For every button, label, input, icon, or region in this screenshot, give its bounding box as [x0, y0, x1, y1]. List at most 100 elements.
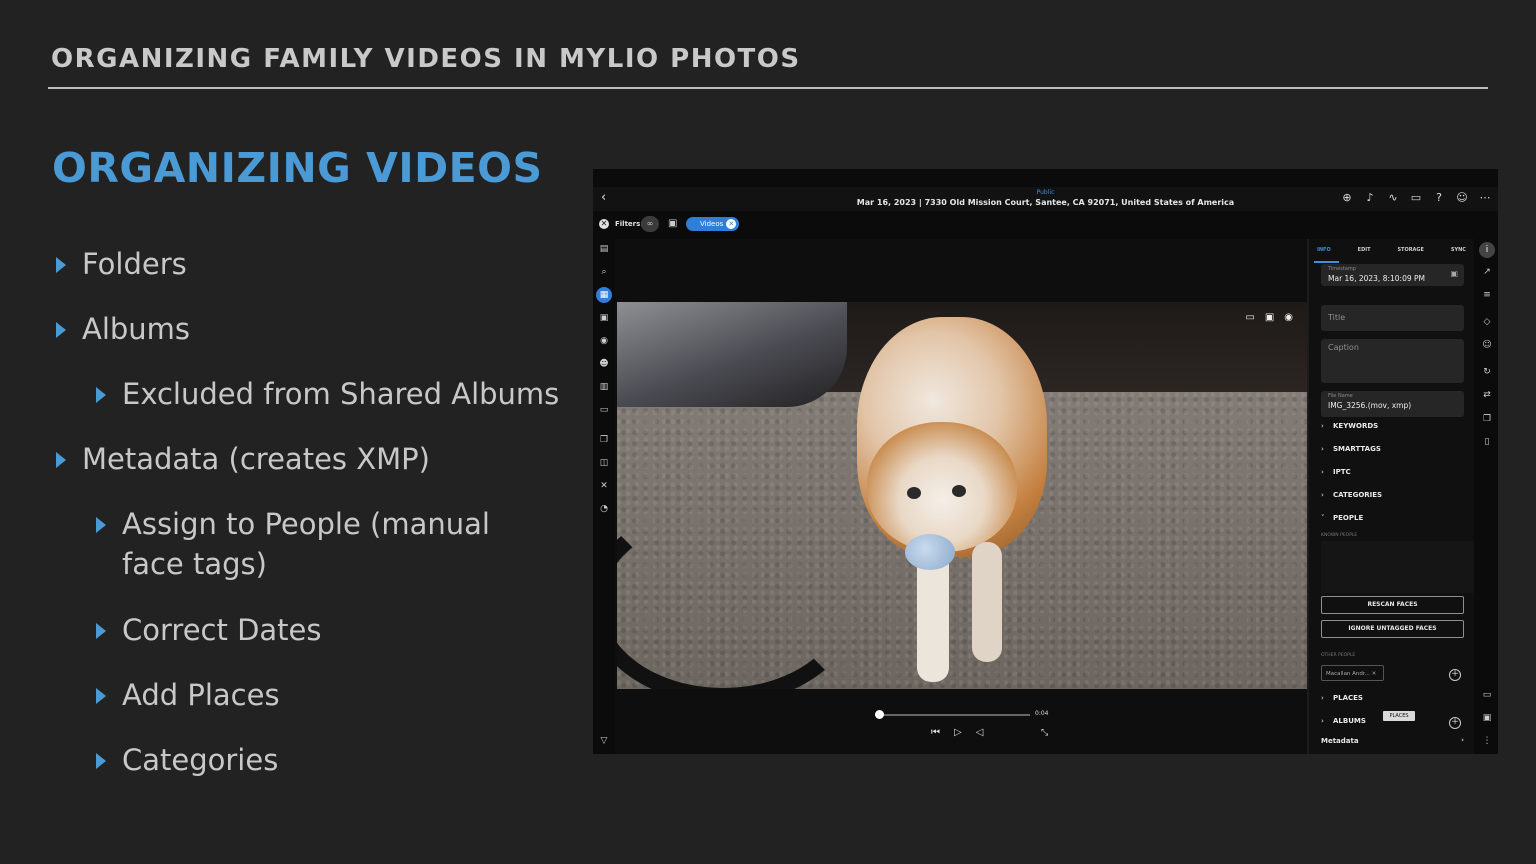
section-label: SMARTTAGS	[1333, 445, 1381, 453]
title-field[interactable]: Title	[1321, 305, 1464, 331]
collapse-icon[interactable]: ⤡	[1041, 728, 1048, 738]
calendar-icon[interactable]: ▣	[1265, 312, 1274, 323]
add-icon[interactable]: ⊕	[1340, 191, 1354, 205]
copy-icon[interactable]: ❐	[1481, 413, 1493, 425]
metadata-row[interactable]: Metadata ›	[1321, 736, 1464, 745]
chevron-right-icon: ›	[1321, 422, 1324, 430]
bullet-item: Albums	[56, 309, 512, 349]
section-smarttags[interactable]: › SMARTTAGS	[1321, 445, 1471, 461]
map-pin-icon[interactable]: ◉	[598, 335, 610, 347]
video-frame[interactable]: ▭ ▣ ◉	[617, 302, 1307, 689]
frame-icon[interactable]: ◫	[598, 457, 610, 469]
skip-back-icon[interactable]: ⏮	[931, 727, 940, 738]
active-tab-indicator	[1314, 261, 1339, 263]
help-icon[interactable]: ?	[1432, 191, 1446, 205]
bullet-item: Categories	[96, 740, 552, 780]
caption-field[interactable]: Caption	[1321, 339, 1464, 383]
bullet-item: Metadata (creates XMP)	[56, 439, 512, 479]
clear-filters-icon[interactable]: ✕	[599, 219, 609, 229]
section-places[interactable]: › PLACES	[1321, 694, 1471, 710]
person-tag[interactable]: Macallan Andr... ✕	[1321, 665, 1384, 681]
bullet-arrow-icon	[56, 322, 66, 338]
share-icon[interactable]: ↗	[1481, 266, 1493, 278]
videos-filter-chip[interactable]: Videos ✕	[686, 217, 740, 231]
remove-chip-icon[interactable]: ✕	[726, 219, 737, 229]
section-categories[interactable]: › CATEGORIES	[1321, 491, 1471, 507]
bullet-item: Excluded from Shared Albums	[96, 374, 562, 414]
ignore-untagged-faces-button[interactable]: IGNORE UNTAGGED FACES	[1321, 620, 1464, 638]
tag-icon[interactable]: ◇	[1481, 316, 1493, 328]
section-people[interactable]: ˅ PEOPLE	[1321, 514, 1471, 530]
trash-icon[interactable]: ▯	[1481, 436, 1493, 448]
info-icon[interactable]: i	[1479, 242, 1495, 258]
chevron-right-icon: ›	[1321, 694, 1324, 702]
bullet-arrow-icon	[96, 623, 106, 639]
tab-info[interactable]: INFO	[1314, 247, 1334, 261]
folder-icon[interactable]: ▭	[1245, 312, 1254, 323]
bullet-arrow-icon	[96, 387, 106, 403]
sync-icon[interactable]: ⇄	[1481, 389, 1493, 401]
folder-icon[interactable]: ▭	[598, 404, 610, 416]
export-icon[interactable]: ▣	[1481, 712, 1493, 724]
right-toolbar: i ↗ ≡ ◇ ☺ ↻ ⇄ ❐ ▯ ▭ ▣ ⋮	[1476, 239, 1498, 754]
image-filter-icon[interactable]: ▣	[668, 218, 677, 229]
field-label: File Name	[1328, 393, 1353, 399]
top-icons: ⊕ ♪ ∿ ▭ ? ☺ ⋯	[1340, 191, 1492, 205]
calendar-icon[interactable]: ▣	[598, 312, 610, 324]
bell-icon[interactable]: ♪	[1363, 191, 1377, 205]
bullet-arrow-icon	[96, 688, 106, 704]
app-screenshot: ‹ Public Mar 16, 2023 | 7330 Old Mission…	[593, 169, 1498, 754]
section-label: IPTC	[1333, 468, 1351, 476]
layout-icon[interactable]: ▤	[598, 243, 610, 255]
bullet-text: Albums	[82, 312, 191, 346]
section-keywords[interactable]: › KEYWORDS	[1321, 422, 1471, 438]
more-vertical-icon[interactable]: ⋮	[1481, 735, 1493, 747]
section-iptc[interactable]: › IPTC	[1321, 468, 1471, 484]
add-person-icon[interactable]: +	[1449, 669, 1461, 681]
people-icon[interactable]: ☻	[598, 358, 610, 370]
rotate-icon[interactable]: ↻	[1481, 366, 1493, 378]
bullet-arrow-icon	[56, 452, 66, 468]
activity-icon[interactable]: ∿	[1386, 191, 1400, 205]
section-label: PLACES	[1333, 694, 1363, 702]
calendar-icon[interactable]: ▣	[1450, 269, 1458, 278]
video-scene	[617, 302, 847, 407]
player-controls: 0:04 ⏮ ▷ ◁ ⤡	[853, 699, 1053, 749]
play-icon[interactable]: ▷	[954, 727, 962, 738]
section-label: PEOPLE	[1333, 514, 1364, 522]
known-people-label: KNOWN PEOPLE	[1321, 533, 1358, 538]
albums-icon[interactable]: ▥	[598, 381, 610, 393]
tab-storage[interactable]: STORAGE	[1394, 247, 1427, 261]
field-value: IMG_3256.(mov, xmp)	[1328, 401, 1412, 410]
video-icons: ▭ ▣ ◉	[1245, 312, 1293, 323]
more-icon[interactable]: ⋯	[1478, 191, 1492, 205]
tab-edit[interactable]: EDIT	[1355, 247, 1374, 261]
dashboard-icon[interactable]: ◔	[598, 503, 610, 515]
timestamp-field[interactable]: Timestamp Mar 16, 2023, 8:10:09 PM ▣	[1321, 264, 1464, 286]
compass-icon[interactable]: ◉	[1284, 312, 1293, 323]
progress-knob[interactable]	[875, 710, 885, 719]
link-filter-icon[interactable]: ∞	[641, 216, 659, 232]
devices-icon[interactable]: ▭	[1409, 191, 1423, 205]
metadata-label: Metadata	[1321, 737, 1359, 745]
filename-field[interactable]: File Name IMG_3256.(mov, xmp)	[1321, 391, 1464, 417]
left-sidebar: ▤ ⌕ ▦ ▣ ◉ ☻ ▥ ▭ ❐ ◫ ✕ ◔ ▽	[593, 239, 615, 754]
filter-icon[interactable]: ▽	[598, 735, 610, 747]
face-icon[interactable]: ☺	[1481, 339, 1493, 351]
tab-sync[interactable]: SYNC	[1448, 247, 1469, 261]
bullet-arrow-icon	[96, 517, 106, 533]
account-icon[interactable]: ☺	[1455, 191, 1469, 205]
add-album-icon[interactable]: +	[1449, 717, 1461, 729]
photos-icon[interactable]: ▦	[596, 287, 612, 303]
bullet-arrow-icon	[96, 753, 106, 769]
slideshow-icon[interactable]: ▭	[1481, 689, 1493, 701]
volume-icon[interactable]: ◁	[976, 727, 984, 738]
stack-icon[interactable]: ❐	[598, 434, 610, 446]
remove-tag-icon[interactable]: ✕	[1372, 671, 1377, 677]
tools-icon[interactable]: ✕	[598, 480, 610, 492]
search-icon[interactable]: ⌕	[598, 266, 610, 278]
adjust-icon[interactable]: ≡	[1481, 289, 1493, 301]
cat-image	[972, 542, 1002, 662]
progress-track[interactable]	[875, 714, 1030, 716]
rescan-faces-button[interactable]: RESCAN FACES	[1321, 596, 1464, 614]
